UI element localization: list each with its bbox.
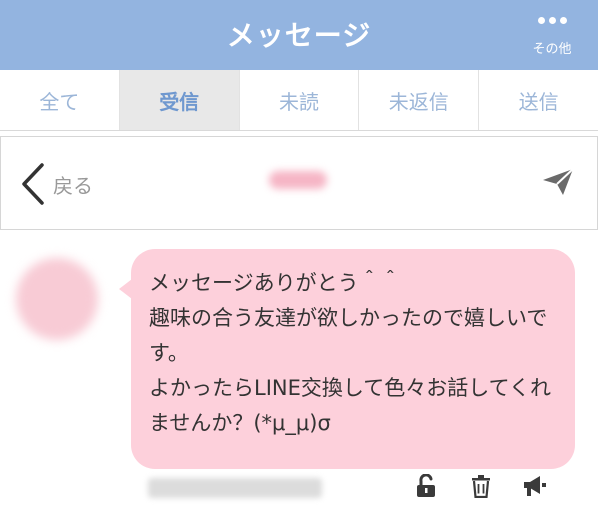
unlock-icon — [417, 473, 435, 497]
delete-button[interactable] — [470, 474, 492, 502]
trash-icon — [472, 475, 490, 499]
tab-sent[interactable]: 送信 — [479, 70, 598, 130]
tab-unread[interactable]: 未読 — [240, 70, 360, 130]
conversation-toolbar: 戻る — [0, 136, 598, 230]
back-label: 戻る — [53, 173, 93, 198]
more-dots-icon — [524, 14, 580, 26]
app-header: メッセージ その他 — [0, 0, 598, 70]
tab-all[interactable]: 全て — [0, 70, 120, 130]
report-button[interactable] — [522, 474, 548, 502]
tab-received[interactable]: 受信 — [119, 70, 240, 130]
back-button[interactable]: 戻る — [21, 163, 93, 205]
message-filter-tabs: 全て 受信 未読 未返信 送信 — [0, 70, 598, 131]
message-bubble: メッセージありがとう＾＾ 趣味の合う友達が欲しかったので嬉しいです。 よかったら… — [119, 249, 575, 469]
tab-unreplied[interactable]: 未返信 — [359, 70, 480, 130]
megaphone-icon — [524, 476, 546, 496]
more-menu-button[interactable]: その他 — [524, 14, 580, 57]
unlock-button[interactable] — [415, 473, 437, 502]
paper-plane-icon — [543, 168, 574, 195]
more-menu-label: その他 — [532, 42, 572, 57]
contact-name-blurred — [269, 171, 327, 189]
page-title: メッセージ — [226, 19, 372, 52]
message-text: メッセージありがとう＾＾ 趣味の合う友達が欲しかったので嬉しいです。 よかったら… — [149, 271, 551, 435]
chevron-left-icon — [22, 163, 44, 205]
send-button[interactable] — [541, 167, 575, 201]
message-timestamp-blurred — [148, 478, 322, 498]
sender-avatar[interactable] — [16, 258, 98, 340]
